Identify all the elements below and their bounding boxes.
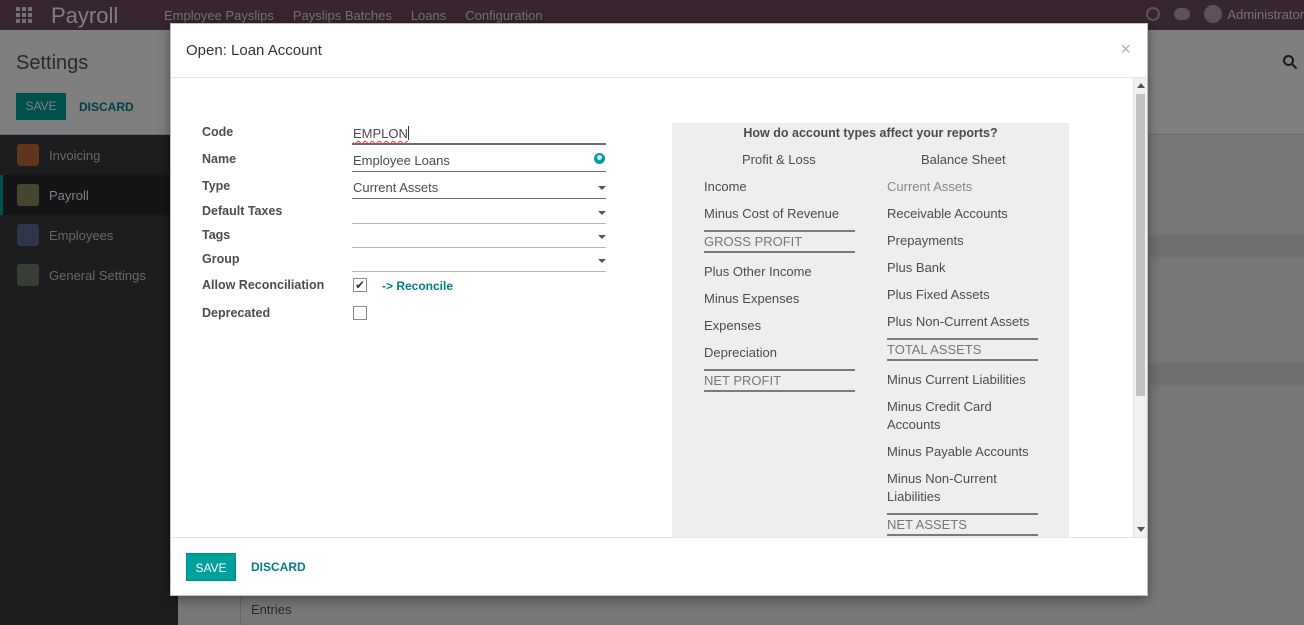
modal-header: Open: Loan Account × bbox=[171, 24, 1147, 78]
type-label: Type bbox=[202, 179, 231, 193]
code-field[interactable]: EMPLON bbox=[352, 126, 606, 145]
tags-row: Tags bbox=[202, 228, 607, 252]
pl-item: Income bbox=[704, 179, 747, 194]
help-panel-title: How do account types affect your reports… bbox=[743, 126, 998, 140]
pl-item: Minus Expenses bbox=[704, 291, 800, 306]
name-value: Employee Loans bbox=[353, 153, 450, 168]
bs-item: Minus Payable Accounts bbox=[887, 444, 1029, 459]
bs-item: Receivable Accounts bbox=[887, 206, 1008, 221]
pl-item: Minus Cost of Revenue bbox=[704, 206, 840, 221]
type-value: Current Assets bbox=[353, 180, 439, 195]
tags-field[interactable] bbox=[352, 229, 606, 248]
default-taxes-label: Default Taxes bbox=[202, 204, 283, 218]
chevron-down-icon[interactable] bbox=[598, 211, 606, 215]
bs-item: Plus Non-Current Assets bbox=[887, 314, 1030, 329]
chevron-down-icon[interactable] bbox=[598, 235, 606, 239]
chevron-down-icon[interactable] bbox=[598, 186, 606, 190]
modal-footer: SAVE DISCARD bbox=[171, 537, 1147, 595]
bs-item: Plus Fixed Assets bbox=[887, 287, 990, 302]
tags-label: Tags bbox=[202, 228, 231, 242]
group-field[interactable] bbox=[352, 253, 606, 272]
default-taxes-field[interactable] bbox=[352, 205, 606, 224]
allow-reconciliation-row: Allow Reconciliation ✔ -> Reconcile bbox=[202, 278, 607, 302]
text-cursor bbox=[407, 126, 409, 140]
modal-title: Open: Loan Account bbox=[186, 42, 322, 59]
group-row: Group bbox=[202, 252, 607, 276]
loan-account-dialog: Open: Loan Account × Code EMPLON Name Em… bbox=[170, 23, 1148, 596]
close-icon[interactable]: × bbox=[1120, 39, 1131, 60]
bs-item: Plus Bank bbox=[887, 260, 946, 275]
pl-item: Expenses bbox=[704, 318, 762, 333]
bs-total: TOTAL ASSETS bbox=[887, 338, 1038, 361]
name-row: Name Employee Loans bbox=[202, 152, 607, 176]
type-row: Type Current Assets bbox=[202, 179, 607, 203]
bs-item: Minus Credit Card Accounts bbox=[887, 399, 992, 432]
discard-button[interactable]: DISCARD bbox=[251, 560, 306, 574]
profit-loss-heading: Profit & Loss bbox=[742, 152, 816, 167]
name-field[interactable]: Employee Loans bbox=[352, 153, 606, 172]
modal-scrollbar[interactable] bbox=[1133, 78, 1147, 537]
bs-item: Minus Non-Current Liabilities bbox=[887, 471, 997, 504]
scroll-thumb[interactable] bbox=[1136, 94, 1145, 396]
bs-item: Current Assets bbox=[887, 179, 973, 194]
modal-body: Code EMPLON Name Employee Loans Type Cur… bbox=[171, 78, 1147, 537]
deprecated-row: Deprecated bbox=[202, 306, 607, 330]
allow-reconciliation-checkbox[interactable]: ✔ bbox=[353, 278, 367, 292]
reconcile-link[interactable]: -> Reconcile bbox=[382, 279, 453, 293]
code-row: Code EMPLON bbox=[202, 125, 607, 149]
code-label: Code bbox=[202, 125, 234, 139]
type-select[interactable]: Current Assets bbox=[352, 180, 606, 199]
default-taxes-row: Default Taxes bbox=[202, 204, 607, 228]
pl-item: Depreciation bbox=[704, 345, 777, 360]
name-label: Name bbox=[202, 152, 237, 166]
pl-item: Plus Other Income bbox=[704, 264, 812, 279]
group-label: Group bbox=[202, 252, 240, 266]
bs-item: Minus Current Liabilities bbox=[887, 372, 1026, 387]
pl-total: NET PROFIT bbox=[704, 369, 855, 392]
account-types-help-panel: How do account types affect your reports… bbox=[672, 123, 1069, 537]
scroll-down-icon[interactable] bbox=[1137, 527, 1145, 532]
chevron-down-icon[interactable] bbox=[598, 259, 606, 263]
pl-total: GROSS PROFIT bbox=[704, 230, 855, 253]
scroll-up-icon[interactable] bbox=[1137, 83, 1145, 88]
allow-reconciliation-label: Allow Reconciliation bbox=[202, 278, 325, 292]
bs-item: Prepayments bbox=[887, 233, 964, 248]
balance-sheet-heading: Balance Sheet bbox=[921, 152, 1006, 167]
deprecated-checkbox[interactable] bbox=[353, 306, 367, 320]
code-value: EMPLON bbox=[353, 126, 408, 141]
globe-icon[interactable] bbox=[594, 153, 605, 164]
deprecated-label: Deprecated bbox=[202, 306, 271, 320]
save-button[interactable]: SAVE bbox=[186, 553, 236, 581]
bs-total: NET ASSETS bbox=[887, 513, 1038, 536]
